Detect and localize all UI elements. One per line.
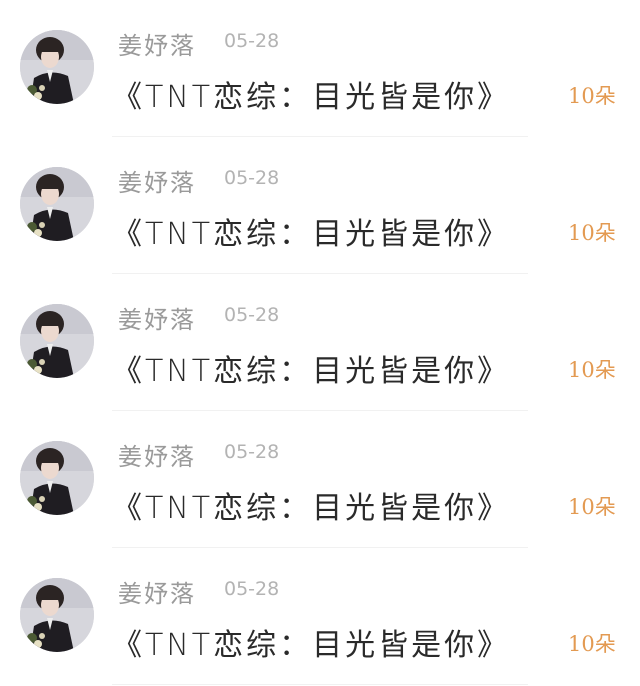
comment-text: 《TNT恋综：目光皆是你》	[112, 354, 511, 389]
author-name[interactable]: 姜妤落	[118, 574, 196, 609]
comment-item[interactable]: 姜妤落 05-28 《TNT恋综：目光皆是你》 10朵	[0, 548, 640, 685]
flower-count: 10朵	[568, 495, 616, 519]
avatar[interactable]	[20, 304, 94, 378]
comment-text: 《TNT恋综：目光皆是你》	[112, 80, 511, 115]
flower-count: 10朵	[568, 221, 616, 245]
flower-count: 10朵	[568, 632, 616, 656]
flower-count: 10朵	[568, 84, 616, 108]
avatar[interactable]	[20, 578, 94, 652]
author-name[interactable]: 姜妤落	[118, 26, 196, 61]
comment-text: 《TNT恋综：目光皆是你》	[112, 491, 511, 526]
author-name[interactable]: 姜妤落	[118, 163, 196, 198]
avatar[interactable]	[20, 167, 94, 241]
flower-count: 10朵	[568, 358, 616, 382]
comment-date: 05-28	[224, 167, 280, 189]
divider	[112, 684, 528, 685]
comment-item[interactable]: 姜妤落 05-28 《TNT恋综：目光皆是你》 10朵	[0, 274, 640, 411]
comment-list: 姜妤落 05-28 《TNT恋综：目光皆是你》 10朵 姜妤落 05-28 《T…	[0, 0, 640, 686]
comment-date: 05-28	[224, 30, 280, 52]
comment-date: 05-28	[224, 578, 280, 600]
avatar[interactable]	[20, 441, 94, 515]
comment-text: 《TNT恋综：目光皆是你》	[112, 217, 511, 252]
comment-date: 05-28	[224, 441, 280, 463]
comment-item[interactable]: 姜妤落 05-28 《TNT恋综：目光皆是你》 10朵	[0, 411, 640, 548]
comment-item[interactable]: 姜妤落 05-28 《TNT恋综：目光皆是你》 10朵	[0, 0, 640, 137]
author-name[interactable]: 姜妤落	[118, 437, 196, 472]
avatar[interactable]	[20, 30, 94, 104]
comment-item[interactable]: 姜妤落 05-28 《TNT恋综：目光皆是你》 10朵	[0, 137, 640, 274]
comment-date: 05-28	[224, 304, 280, 326]
author-name[interactable]: 姜妤落	[118, 300, 196, 335]
comment-text: 《TNT恋综：目光皆是你》	[112, 628, 511, 663]
